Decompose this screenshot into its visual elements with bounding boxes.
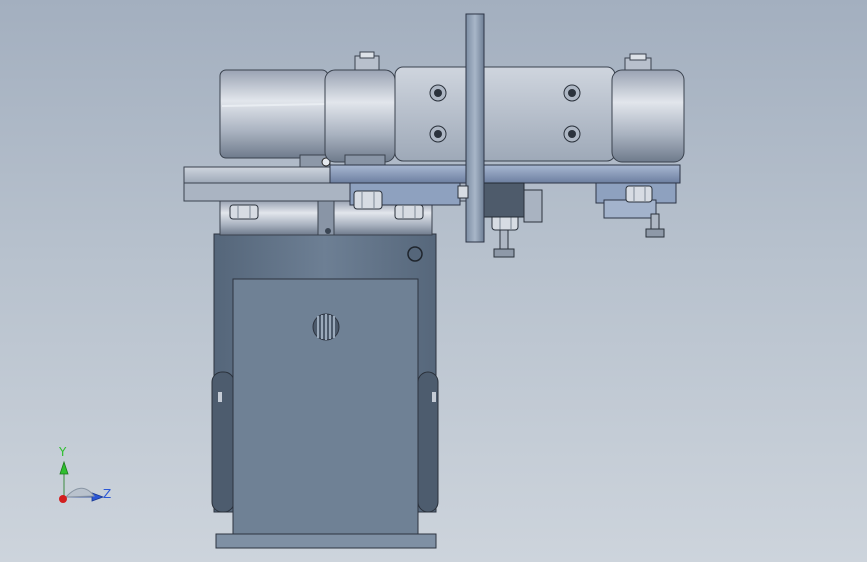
side-tab bbox=[432, 392, 436, 402]
housing-left-lobe bbox=[211, 371, 235, 513]
hex-nut bbox=[394, 204, 424, 220]
x-axis-dot bbox=[59, 495, 67, 503]
hex-nut bbox=[353, 190, 383, 210]
bolt bbox=[563, 125, 581, 143]
housing-base-plate bbox=[215, 533, 437, 549]
z-axis-label: Z bbox=[103, 487, 111, 501]
coordinate-triad: Y Z bbox=[58, 445, 111, 503]
cad-viewport[interactable]: Y Z bbox=[0, 0, 867, 562]
idler-roller[interactable] bbox=[324, 51, 396, 168]
triad-arc bbox=[64, 487, 95, 498]
side-tab bbox=[218, 392, 222, 402]
vent-grill bbox=[312, 313, 340, 341]
bolt bbox=[429, 125, 447, 143]
drive-drum[interactable] bbox=[219, 69, 331, 168]
hex-nut bbox=[625, 185, 653, 203]
y-axis-label: Y bbox=[58, 445, 67, 459]
tail-roller[interactable] bbox=[611, 53, 685, 163]
motor-housing[interactable] bbox=[211, 233, 439, 549]
screw-hole bbox=[407, 246, 423, 262]
bolt bbox=[563, 84, 581, 102]
y-axis-arrow bbox=[59, 460, 69, 500]
hex-nut bbox=[229, 204, 259, 220]
bolt bbox=[429, 84, 447, 102]
tensioner-bracket[interactable] bbox=[394, 66, 616, 162]
